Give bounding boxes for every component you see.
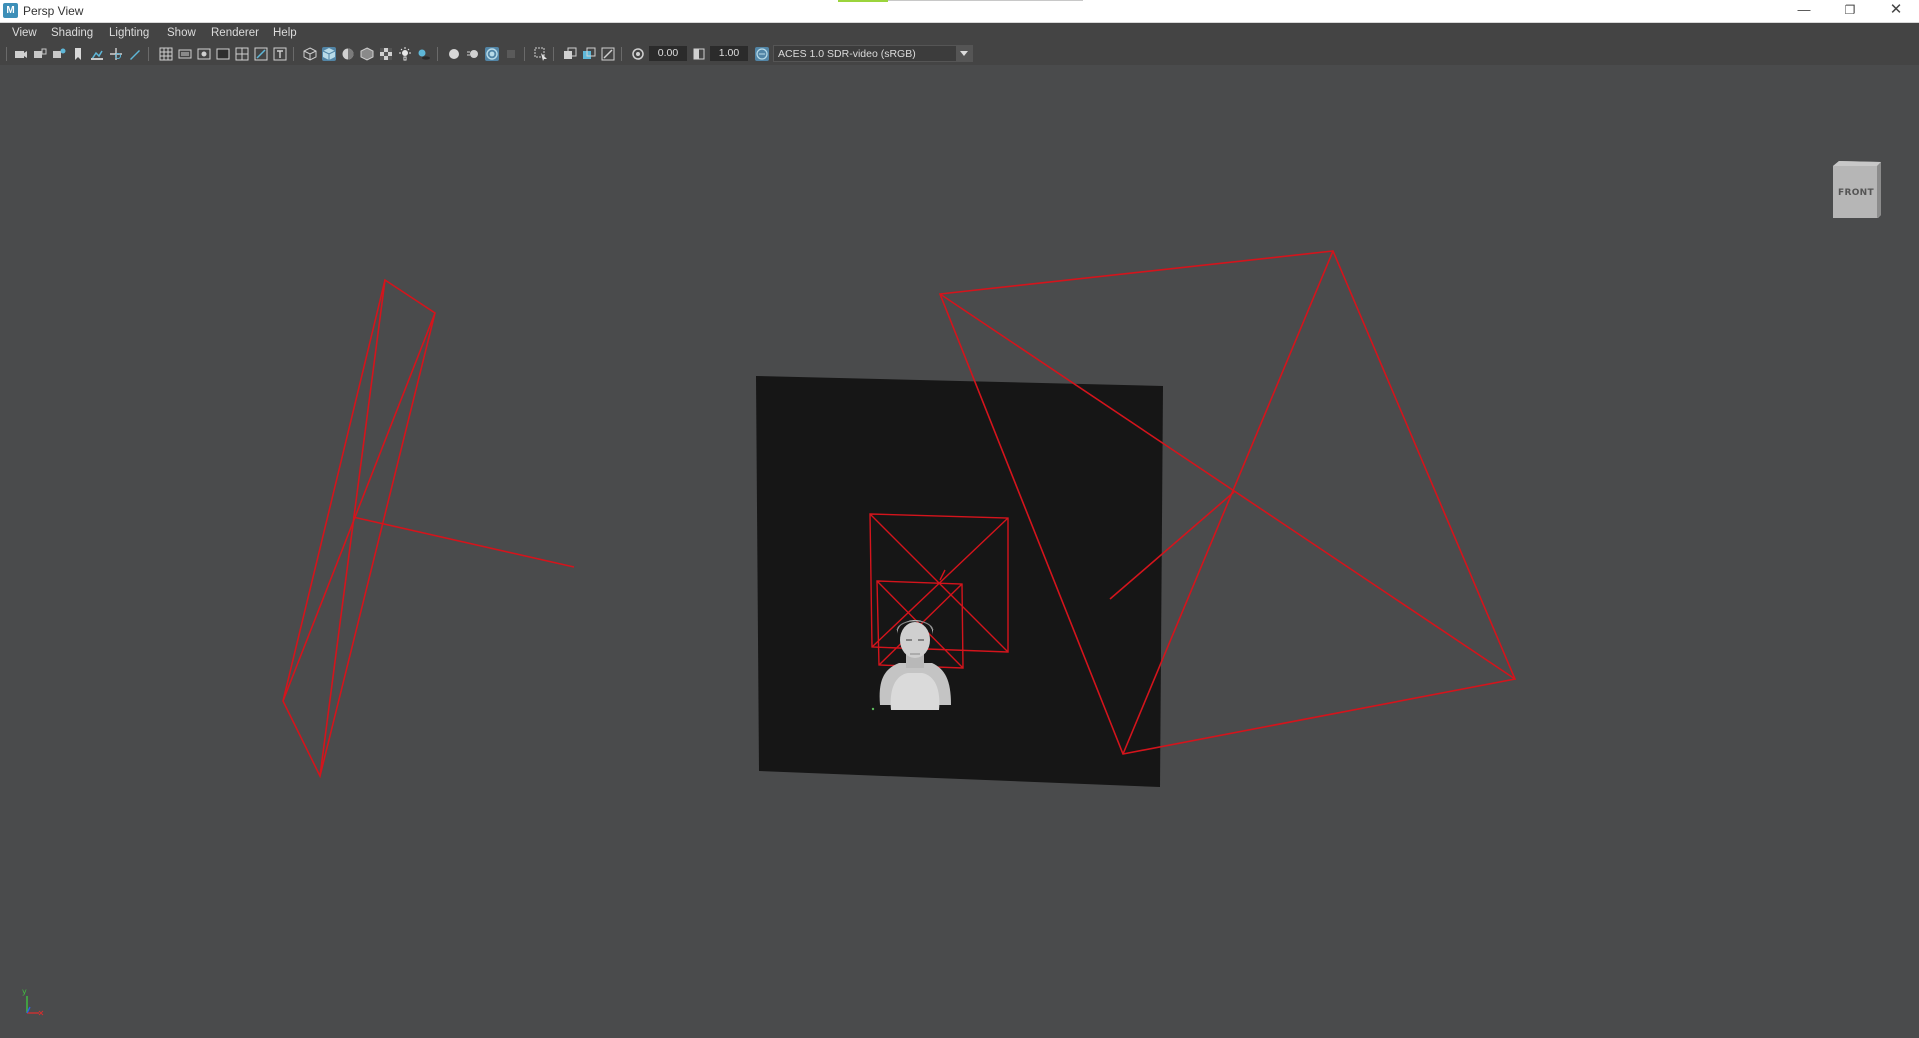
gamma-field[interactable]: 1.00 xyxy=(710,46,748,61)
left-camera-view-line[interactable] xyxy=(352,516,575,568)
toolbar-separator xyxy=(524,47,525,61)
toolbar-separator xyxy=(293,47,294,61)
close-button[interactable]: ✕ xyxy=(1873,0,1919,22)
axis-y-label: y xyxy=(22,987,27,996)
film-gate-icon[interactable] xyxy=(178,47,192,61)
menu-shading[interactable]: Shading xyxy=(51,26,93,40)
restore-button[interactable]: ❐ xyxy=(1827,0,1873,22)
isolate-select-icon[interactable] xyxy=(534,47,548,61)
toolbar-separator xyxy=(621,47,622,61)
bookmark-icon[interactable] xyxy=(71,47,85,61)
title-divider xyxy=(888,0,1083,1)
view-cube[interactable]: FRONT xyxy=(1831,160,1883,218)
title-bar: M Persp View — ❐ ✕ xyxy=(0,0,1919,23)
maya-persp-view-window: M Persp View — ❐ ✕ View Shading Lighting… xyxy=(0,0,1919,1038)
panel-menu-bar: View Shading Lighting Show Renderer Help xyxy=(0,23,1919,43)
toolbar-separator xyxy=(437,47,438,61)
panel-toolbar: 0.00 1.00 ACES 1.0 SDR-video (sRGB) xyxy=(0,43,1919,65)
use-all-lights-icon[interactable] xyxy=(398,47,412,61)
gamma-icon[interactable] xyxy=(692,47,706,61)
shadows-icon[interactable] xyxy=(417,47,431,61)
grease-pencil-icon[interactable] xyxy=(128,47,142,61)
motion-blur-icon[interactable] xyxy=(466,47,480,61)
select-camera-icon[interactable] xyxy=(14,47,28,61)
default-material-icon[interactable] xyxy=(341,47,355,61)
smooth-shade-all-icon[interactable] xyxy=(322,47,336,61)
wireframe-on-shaded-icon[interactable] xyxy=(360,47,374,61)
chevron-down-icon[interactable] xyxy=(956,46,972,61)
persp-viewport[interactable]: FRONT y xyxy=(0,65,1919,1038)
menu-renderer[interactable]: Renderer xyxy=(211,26,259,40)
maya-app-icon: M xyxy=(3,3,18,18)
xray-joints-icon[interactable] xyxy=(601,47,615,61)
two-d-pan-zoom-icon[interactable] xyxy=(109,47,123,61)
screen-space-ao-icon[interactable] xyxy=(447,47,461,61)
toolbar-separator xyxy=(148,47,149,61)
wireframe-icon[interactable] xyxy=(303,47,317,61)
menu-view[interactable]: View xyxy=(12,26,37,40)
anti-aliasing-icon[interactable] xyxy=(485,47,499,61)
depth-of-field-icon[interactable] xyxy=(504,47,518,61)
backdrop-plane[interactable] xyxy=(756,376,1163,787)
menu-show[interactable]: Show xyxy=(167,26,196,40)
color-space-label: ACES 1.0 SDR-video (sRGB) xyxy=(778,48,916,60)
axis-gizmo: y xyxy=(22,987,44,1016)
view-transform-icon[interactable] xyxy=(755,47,769,61)
xray-icon[interactable] xyxy=(563,47,577,61)
xray-active-components-icon[interactable] xyxy=(582,47,596,61)
textured-icon[interactable] xyxy=(379,47,393,61)
camera-attributes-icon[interactable] xyxy=(52,47,66,61)
menu-help[interactable]: Help xyxy=(273,26,297,40)
left-camera-wireframe[interactable] xyxy=(282,278,575,779)
left-camera-frame[interactable] xyxy=(282,278,436,779)
menu-lighting[interactable]: Lighting xyxy=(109,26,149,40)
exposure-icon[interactable] xyxy=(631,47,645,61)
field-chart-icon[interactable] xyxy=(235,47,249,61)
lock-camera-icon[interactable] xyxy=(33,47,47,61)
exposure-field[interactable]: 0.00 xyxy=(649,46,687,61)
toolbar-separator xyxy=(553,47,554,61)
scene-canvas[interactable] xyxy=(0,65,1919,1038)
title-progress-accent xyxy=(838,0,888,2)
left-camera-diagonal[interactable] xyxy=(282,312,436,702)
safe-title-icon[interactable] xyxy=(273,47,287,61)
resolution-gate-icon[interactable] xyxy=(197,47,211,61)
minimize-button[interactable]: — xyxy=(1781,0,1827,22)
color-space-dropdown[interactable]: ACES 1.0 SDR-video (sRGB) xyxy=(773,45,973,62)
grid-icon[interactable] xyxy=(159,47,173,61)
gate-mask-icon[interactable] xyxy=(216,47,230,61)
toolbar-handle xyxy=(6,47,7,61)
window-title: Persp View xyxy=(23,4,84,18)
safe-action-icon[interactable] xyxy=(254,47,268,61)
left-camera-diagonal[interactable] xyxy=(319,279,386,777)
view-cube-front-label[interactable]: FRONT xyxy=(1831,188,1881,198)
image-plane-icon[interactable] xyxy=(90,47,104,61)
axis-x-label-glyph xyxy=(38,1010,44,1016)
